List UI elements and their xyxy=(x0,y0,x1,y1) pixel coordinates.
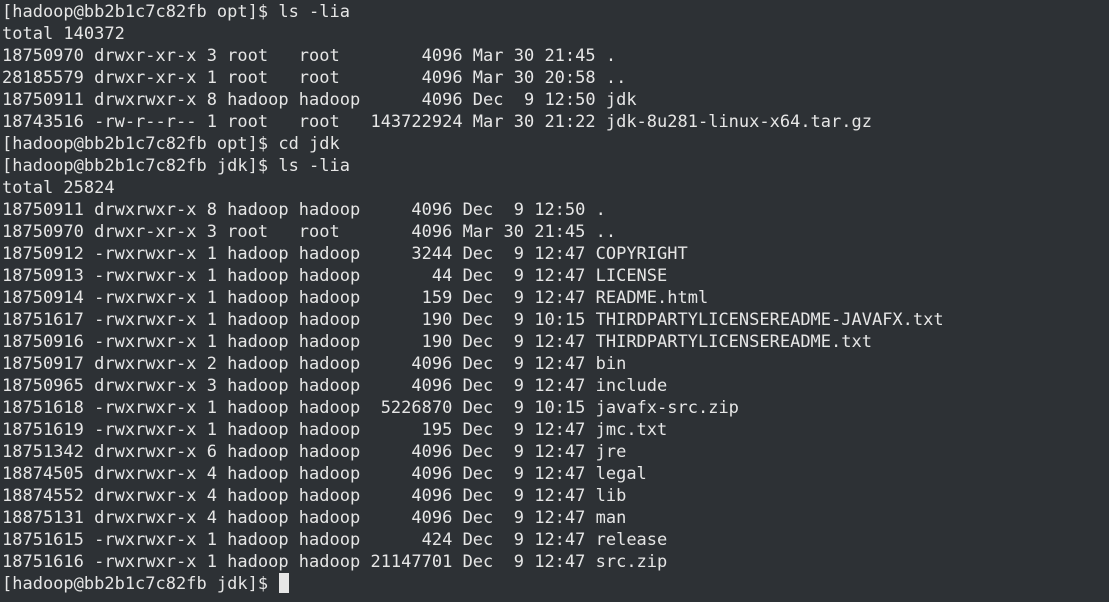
terminal-line: 18751618 -rwxrwxr-x 1 hadoop hadoop 5226… xyxy=(2,398,739,418)
terminal-line: 28185579 drwxr-xr-x 1 root root 4096 Mar… xyxy=(2,68,627,88)
terminal-line: 18750912 -rwxrwxr-x 1 hadoop hadoop 3244… xyxy=(2,244,688,264)
text-cursor xyxy=(279,573,290,593)
terminal-line: 18874505 drwxrwxr-x 4 hadoop hadoop 4096… xyxy=(2,464,647,484)
terminal-line: 18751615 -rwxrwxr-x 1 hadoop hadoop 424 … xyxy=(2,530,668,550)
terminal-line: 18751617 -rwxrwxr-x 1 hadoop hadoop 190 … xyxy=(2,310,944,330)
terminal-line: [hadoop@bb2b1c7c82fb opt]$ ls -lia xyxy=(2,2,350,22)
terminal-line: 18750911 drwxrwxr-x 8 hadoop hadoop 4096… xyxy=(2,90,637,110)
terminal-line: 18750913 -rwxrwxr-x 1 hadoop hadoop 44 D… xyxy=(2,266,668,286)
terminal-window[interactable]: [hadoop@bb2b1c7c82fb opt]$ ls -lia total… xyxy=(0,0,1109,602)
terminal-line: 18751616 -rwxrwxr-x 1 hadoop hadoop 2114… xyxy=(2,552,668,572)
terminal-line: 18743516 -rw-r--r-- 1 root root 14372292… xyxy=(2,112,872,132)
terminal-line: 18750914 -rwxrwxr-x 1 hadoop hadoop 159 … xyxy=(2,288,709,308)
terminal-line: total 140372 xyxy=(2,24,125,44)
terminal-line: [hadoop@bb2b1c7c82fb jdk]$ ls -lia xyxy=(2,156,350,176)
terminal-line: 18751342 drwxrwxr-x 6 hadoop hadoop 4096… xyxy=(2,442,627,462)
shell-prompt: [hadoop@bb2b1c7c82fb jdk]$ xyxy=(2,574,279,594)
prompt-line[interactable]: [hadoop@bb2b1c7c82fb jdk]$ xyxy=(2,573,1109,595)
terminal-line: 18750911 drwxrwxr-x 8 hadoop hadoop 4096… xyxy=(2,200,606,220)
terminal-line: 18750970 drwxr-xr-x 3 root root 4096 Mar… xyxy=(2,222,617,242)
terminal-line: total 25824 xyxy=(2,178,115,198)
terminal-line: 18875131 drwxrwxr-x 4 hadoop hadoop 4096… xyxy=(2,508,627,528)
terminal-line: 18874552 drwxrwxr-x 4 hadoop hadoop 4096… xyxy=(2,486,627,506)
terminal-line: [hadoop@bb2b1c7c82fb opt]$ cd jdk xyxy=(2,134,340,154)
terminal-line: 18750970 drwxr-xr-x 3 root root 4096 Mar… xyxy=(2,46,617,66)
terminal-line: 18750917 drwxrwxr-x 2 hadoop hadoop 4096… xyxy=(2,354,627,374)
terminal-line: 18750916 -rwxrwxr-x 1 hadoop hadoop 190 … xyxy=(2,332,872,352)
terminal-line: 18750965 drwxrwxr-x 3 hadoop hadoop 4096… xyxy=(2,376,668,396)
terminal-line: 18751619 -rwxrwxr-x 1 hadoop hadoop 195 … xyxy=(2,420,668,440)
